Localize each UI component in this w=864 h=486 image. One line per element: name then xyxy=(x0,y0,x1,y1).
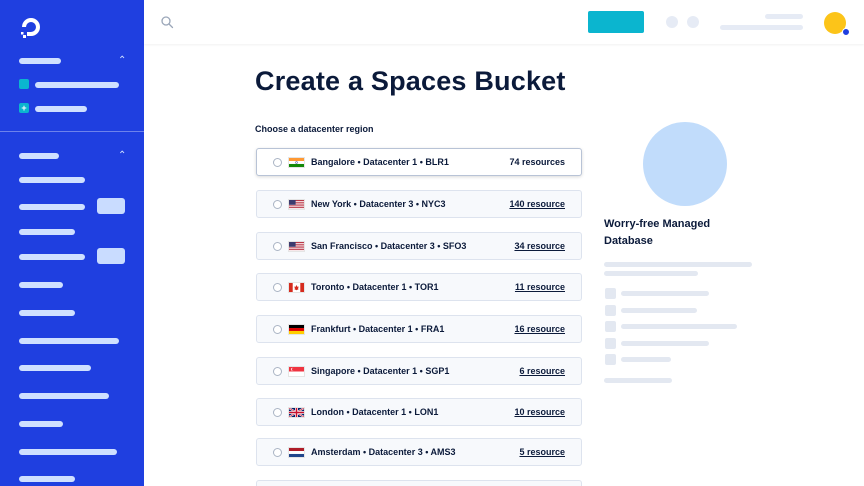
create-button[interactable] xyxy=(588,11,644,33)
resource-count-link[interactable]: 6 resource xyxy=(519,366,565,376)
sidebar-item[interactable] xyxy=(19,421,63,427)
region-name: Amsterdam • Datacenter 3 • AMS3 xyxy=(311,447,456,457)
top-bar xyxy=(144,0,864,44)
radio-button[interactable] xyxy=(273,158,282,167)
region-name: Toronto • Datacenter 1 • TOR1 xyxy=(311,282,439,292)
region-option-tor1[interactable]: Toronto • Datacenter 1 • TOR1 11 resourc… xyxy=(256,273,582,301)
checkbox-icon xyxy=(605,305,616,316)
resource-count: 74 resources xyxy=(509,157,565,167)
radio-button[interactable] xyxy=(273,408,282,417)
netherlands-flag-icon xyxy=(288,447,305,458)
region-name: San Francisco • Datacenter 3 • SFO3 xyxy=(311,241,467,251)
radio-button[interactable] xyxy=(273,448,282,457)
resource-count-link[interactable]: 5 resource xyxy=(519,447,565,457)
radio-button[interactable] xyxy=(273,325,282,334)
region-option-partial[interactable] xyxy=(256,480,582,486)
radio-button[interactable] xyxy=(273,242,282,251)
page-title: Create a Spaces Bucket xyxy=(255,66,566,96)
sidebar-item[interactable] xyxy=(19,177,85,183)
notification-icon[interactable] xyxy=(666,16,678,28)
region-option-sfo3[interactable]: San Francisco • Datacenter 3 • SFO3 34 r… xyxy=(256,232,582,260)
canada-flag-icon xyxy=(288,282,305,293)
account-name xyxy=(765,14,803,19)
project-icon xyxy=(19,79,29,89)
checkbox-icon xyxy=(605,288,616,299)
promo-illustration xyxy=(643,122,727,206)
radio-button[interactable] xyxy=(273,283,282,292)
sidebar-item[interactable] xyxy=(19,365,91,371)
promo-feature-line xyxy=(621,291,709,296)
help-icon[interactable] xyxy=(687,16,699,28)
status-dot xyxy=(842,28,850,36)
sidebar-item[interactable] xyxy=(19,229,75,235)
plus-icon[interactable]: + xyxy=(19,103,29,113)
region-name: London • Datacenter 1 • LON1 xyxy=(311,407,439,417)
sidebar-item[interactable] xyxy=(19,282,63,288)
radio-button[interactable] xyxy=(273,367,282,376)
usa-flag-icon xyxy=(288,199,305,210)
checkbox-icon xyxy=(605,354,616,365)
promo-text-line xyxy=(604,271,698,276)
region-name: Frankfurt • Datacenter 1 • FRA1 xyxy=(311,324,445,334)
sidebar-item-badge xyxy=(97,198,125,214)
region-name: New York • Datacenter 3 • NYC3 xyxy=(311,199,446,209)
sidebar-divider xyxy=(0,131,144,132)
region-option-blr1[interactable]: Bangalore • Datacenter 1 • BLR1 74 resou… xyxy=(256,148,582,176)
promo-feature-line xyxy=(621,324,737,329)
region-name: Singapore • Datacenter 1 • SGP1 xyxy=(311,366,450,376)
singapore-flag-icon xyxy=(288,366,305,377)
uk-flag-icon xyxy=(288,407,305,418)
sidebar-section-heading[interactable] xyxy=(19,58,61,64)
region-label: Choose a datacenter region xyxy=(255,124,374,134)
resource-count-link[interactable]: 140 resource xyxy=(509,199,565,209)
sidebar-item-project[interactable] xyxy=(35,82,119,88)
sidebar-section-heading[interactable] xyxy=(19,153,59,159)
resource-count-link[interactable]: 16 resource xyxy=(514,324,565,334)
resource-count-link[interactable]: 34 resource xyxy=(514,241,565,251)
region-option-fra1[interactable]: Frankfurt • Datacenter 1 • FRA1 16 resou… xyxy=(256,315,582,343)
region-option-ams3[interactable]: Amsterdam • Datacenter 3 • AMS3 5 resour… xyxy=(256,438,582,466)
promo-link[interactable] xyxy=(604,378,672,383)
sidebar-item-new-project[interactable] xyxy=(35,106,87,112)
region-option-nyc3[interactable]: New York • Datacenter 3 • NYC3 140 resou… xyxy=(256,190,582,218)
region-name: Bangalore • Datacenter 1 • BLR1 xyxy=(311,157,449,167)
sidebar: ⌃ + ⌃ xyxy=(0,0,144,486)
resource-count-link[interactable]: 10 resource xyxy=(514,407,565,417)
radio-button[interactable] xyxy=(273,200,282,209)
promo-text-line xyxy=(604,262,752,267)
promo-feature-line xyxy=(621,357,671,362)
germany-flag-icon xyxy=(288,324,305,335)
sidebar-item[interactable] xyxy=(19,254,85,260)
chevron-up-icon[interactable]: ⌃ xyxy=(118,56,126,66)
sidebar-item[interactable] xyxy=(19,310,75,316)
usa-flag-icon xyxy=(288,241,305,252)
sidebar-item[interactable] xyxy=(19,338,119,344)
region-option-lon1[interactable]: London • Datacenter 1 • LON1 10 resource xyxy=(256,398,582,426)
sidebar-item[interactable] xyxy=(19,393,109,399)
sidebar-item[interactable] xyxy=(19,476,75,482)
resource-count-link[interactable]: 11 resource xyxy=(515,282,565,292)
sidebar-item-badge xyxy=(97,248,125,264)
checkbox-icon xyxy=(605,338,616,349)
chevron-up-icon[interactable]: ⌃ xyxy=(118,151,126,161)
promo-feature-line xyxy=(621,341,709,346)
promo-title: Worry-free Managed Database xyxy=(604,218,711,247)
account-team xyxy=(720,25,803,30)
india-flag-icon xyxy=(288,157,305,168)
checkbox-icon xyxy=(605,321,616,332)
digitalocean-logo-icon[interactable] xyxy=(18,14,44,40)
promo-feature-line xyxy=(621,308,697,313)
sidebar-item[interactable] xyxy=(19,449,117,455)
search-icon[interactable] xyxy=(160,15,174,29)
sidebar-item[interactable] xyxy=(19,204,85,210)
region-option-sgp1[interactable]: Singapore • Datacenter 1 • SGP1 6 resour… xyxy=(256,357,582,385)
